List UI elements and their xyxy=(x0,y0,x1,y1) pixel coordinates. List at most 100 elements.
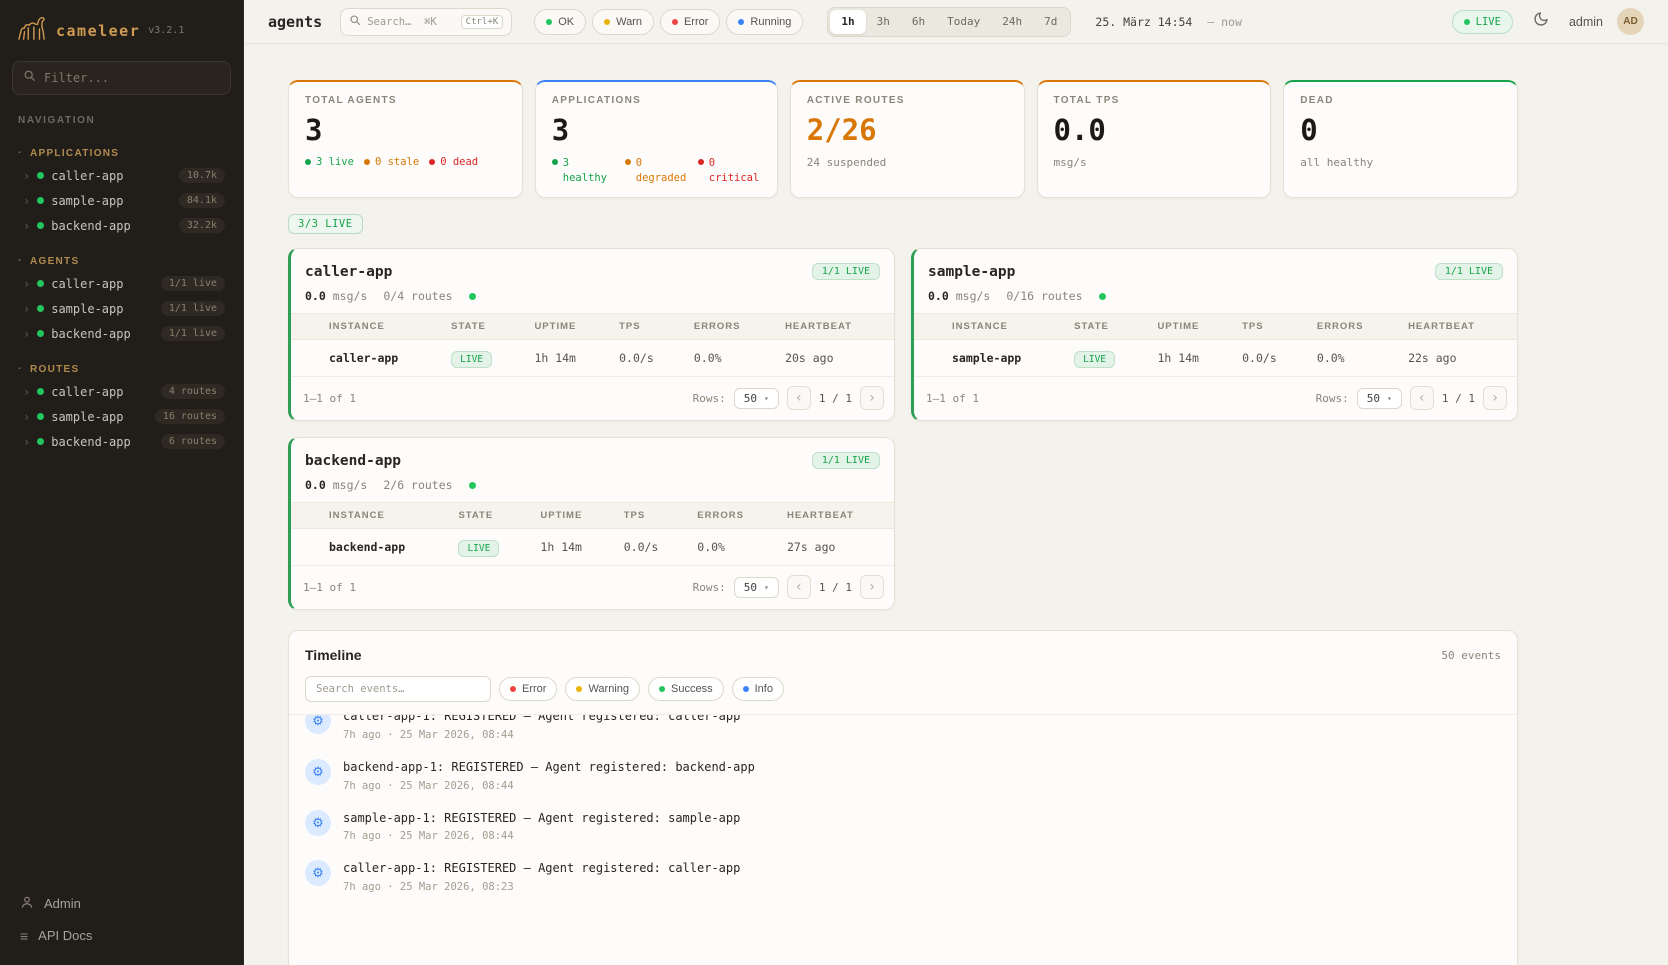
rows-value: 50 xyxy=(1367,392,1380,405)
state-badge: LIVE xyxy=(451,351,492,368)
sidebar-api-docs-link[interactable]: ≡ API Docs xyxy=(12,920,231,951)
range-button-24h[interactable]: 24h xyxy=(991,10,1033,34)
live-status-badge: LIVE xyxy=(1452,10,1513,34)
sidebar-item-routes-backend-app[interactable]: › backend-app 6 routes xyxy=(12,429,231,454)
datetime-range: 25. März 14:54 — now xyxy=(1095,15,1242,29)
datetime-suffix: — now xyxy=(1207,15,1242,29)
next-page-button[interactable]: › xyxy=(860,386,884,410)
timeline-search-input[interactable] xyxy=(305,676,491,702)
event-time: 7h ago · 25 Mar 2026, 08:44 xyxy=(343,780,755,792)
section-header-applications[interactable]: · APPLICATIONS xyxy=(12,143,231,163)
errors-cell: 0.0% xyxy=(1307,340,1398,377)
brand-name: cameleer xyxy=(56,22,140,40)
filter-chip-error[interactable]: Error xyxy=(660,9,720,35)
sidebar-item-app-backend-app[interactable]: › backend-app 32.2k xyxy=(12,213,231,238)
brand-version: v3.2.1 xyxy=(148,25,184,36)
sidebar-item-routes-caller-app[interactable]: › caller-app 4 routes xyxy=(12,379,231,404)
sidebar-item-agent-caller-app[interactable]: › caller-app 1/1 live xyxy=(12,271,231,296)
sidebar-admin-link[interactable]: Admin xyxy=(12,887,231,920)
next-page-button[interactable]: › xyxy=(860,575,884,599)
col-state: STATE xyxy=(1064,314,1147,340)
status-dot xyxy=(37,330,44,337)
table-header-row: INSTANCE STATE UPTIME TPS ERRORS HEARTBE… xyxy=(914,314,1517,340)
stat-value: 3 xyxy=(305,113,506,147)
red-dot-icon xyxy=(698,159,704,165)
stat-label: APPLICATIONS xyxy=(552,95,761,106)
instance-row[interactable]: caller-app LIVE 1h 14m 0.0/s 0.0% 20s ag… xyxy=(291,340,894,377)
sidebar-item-app-caller-app[interactable]: › caller-app 10.7k xyxy=(12,163,231,188)
col-state: STATE xyxy=(441,314,524,340)
running-dot-icon xyxy=(738,19,744,25)
row-range-text: 1–1 of 1 xyxy=(303,392,356,405)
app-card-caller-app: caller-app 1/1 LIVE 0.0 msg/s 0/4 routes… xyxy=(288,248,895,421)
sidebar-item-routes-sample-app[interactable]: › sample-app 16 routes xyxy=(12,404,231,429)
filter-chip-ok[interactable]: OK xyxy=(534,9,586,35)
pagination: Rows: 50 ▾ ‹ 1 / 1 › xyxy=(1316,386,1507,410)
status-dot xyxy=(37,172,44,179)
instances-table: INSTANCE STATE UPTIME TPS ERRORS HEARTBE… xyxy=(291,313,894,377)
section-header-routes[interactable]: · ROUTES xyxy=(12,359,231,379)
app-card-header: caller-app 1/1 LIVE xyxy=(291,249,894,289)
dark-mode-toggle[interactable] xyxy=(1527,8,1555,36)
caret-down-icon: ▾ xyxy=(764,394,769,403)
next-page-button[interactable]: › xyxy=(1483,386,1507,410)
sidebar-item-agent-sample-app[interactable]: › sample-app 1/1 live xyxy=(12,296,231,321)
docs-list-icon: ≡ xyxy=(20,929,28,943)
app-meta: 0.0 msg/s 0/16 routes xyxy=(914,289,1517,313)
page-title: agents xyxy=(268,13,322,31)
filter-chip-running[interactable]: Running xyxy=(726,9,803,35)
section-header-agents[interactable]: · AGENTS xyxy=(12,251,231,271)
col-state: STATE xyxy=(448,503,530,529)
table-header-row: INSTANCE STATE UPTIME TPS ERRORS HEARTBE… xyxy=(291,503,894,529)
range-button-today[interactable]: Today xyxy=(936,10,991,34)
instance-row[interactable]: backend-app LIVE 1h 14m 0.0/s 0.0% 27s a… xyxy=(291,529,894,566)
timeline-event-count: 50 events xyxy=(1441,649,1501,662)
chevron-right-icon: › xyxy=(23,386,30,398)
api-docs-label: API Docs xyxy=(38,928,92,943)
sidebar-filter-input[interactable] xyxy=(44,71,220,85)
timeline-chip-error[interactable]: Error xyxy=(499,677,557,701)
stat-label: TOTAL TPS xyxy=(1054,95,1255,106)
page-indicator: 1 / 1 xyxy=(819,581,852,594)
range-button-1h[interactable]: 1h xyxy=(830,10,865,34)
range-button-7d[interactable]: 7d xyxy=(1033,10,1068,34)
uptime-cell: 1h 14m xyxy=(524,340,609,377)
prev-page-button[interactable]: ‹ xyxy=(787,386,811,410)
pagination: Rows: 50 ▾ ‹ 1 / 1 › xyxy=(693,575,884,599)
stat-card-dead: DEAD 0 all healthy xyxy=(1283,80,1518,198)
health-dot-icon xyxy=(1099,293,1106,300)
rows-per-page-select[interactable]: 50 ▾ xyxy=(1357,388,1402,409)
avatar[interactable]: AD xyxy=(1617,8,1644,35)
stat-card-total-tps: TOTAL TPS 0.0 msg/s xyxy=(1037,80,1272,198)
col-errors: ERRORS xyxy=(1307,314,1398,340)
rows-per-page-select[interactable]: 50 ▾ xyxy=(734,388,779,409)
health-dot-icon xyxy=(469,293,476,300)
topbar: agents Ctrl+K OK Warn Error Ru xyxy=(244,0,1668,44)
rows-per-page-select[interactable]: 50 ▾ xyxy=(734,577,779,598)
timeline-chip-info[interactable]: Info xyxy=(732,677,784,701)
global-search-input[interactable] xyxy=(367,16,454,28)
instance-name: sample-app xyxy=(942,340,1064,377)
stat-sub: 0 degraded xyxy=(625,156,688,186)
amber-dot-icon xyxy=(364,159,370,165)
amber-dot-icon xyxy=(625,159,631,165)
timeline-chip-warning[interactable]: Warning xyxy=(565,677,640,701)
range-button-3h[interactable]: 3h xyxy=(866,10,901,34)
col-tps: TPS xyxy=(614,503,688,529)
sidebar-item-agent-backend-app[interactable]: › backend-app 1/1 live xyxy=(12,321,231,346)
col-instance: INSTANCE xyxy=(942,314,1064,340)
filter-chip-warn[interactable]: Warn xyxy=(592,9,654,35)
prev-page-button[interactable]: ‹ xyxy=(787,575,811,599)
timeline-event-list[interactable]: ⚙ caller-app-1: REGISTERED — Agent regis… xyxy=(289,714,1517,965)
nav-label: NAVIGATION xyxy=(18,115,225,126)
pagination: Rows: 50 ▾ ‹ 1 / 1 › xyxy=(693,386,884,410)
live-badge: 1/1 LIVE xyxy=(812,263,880,280)
col-uptime: UPTIME xyxy=(1147,314,1232,340)
event-time: 7h ago · 25 Mar 2026, 08:44 xyxy=(343,729,740,741)
prev-page-button[interactable]: ‹ xyxy=(1410,386,1434,410)
item-label: sample-app xyxy=(51,410,148,424)
instance-row[interactable]: sample-app LIVE 1h 14m 0.0/s 0.0% 22s ag… xyxy=(914,340,1517,377)
sidebar-item-app-sample-app[interactable]: › sample-app 84.1k xyxy=(12,188,231,213)
range-button-6h[interactable]: 6h xyxy=(901,10,936,34)
timeline-chip-success[interactable]: Success xyxy=(648,677,724,701)
